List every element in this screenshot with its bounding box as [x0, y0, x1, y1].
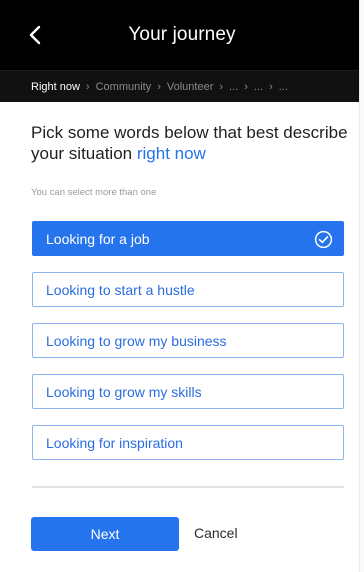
- selection-hint: You can select more than one: [31, 187, 157, 198]
- breadcrumb-separator-icon: ›: [85, 80, 90, 93]
- breadcrumb-item-ellipsis-3[interactable]: ...: [279, 81, 288, 93]
- breadcrumb-item-ellipsis-2[interactable]: ...: [254, 81, 263, 93]
- option-list: Looking for a job Looking to start a hus…: [32, 221, 344, 476]
- breadcrumb-item-community[interactable]: Community: [96, 81, 152, 93]
- breadcrumb-item-ellipsis-1[interactable]: ...: [229, 81, 238, 93]
- breadcrumb-item-right-now[interactable]: Right now: [31, 81, 80, 93]
- question-heading: Pick some words below that best describe…: [31, 122, 353, 164]
- option-label: Looking to grow my skills: [46, 383, 202, 400]
- option-looking-for-inspiration[interactable]: Looking for inspiration: [32, 425, 344, 460]
- question-heading-accent: right now: [136, 144, 206, 163]
- option-label: Looking to start a hustle: [46, 281, 195, 298]
- option-label: Looking to grow my business: [46, 332, 227, 349]
- option-label: Looking for a job: [46, 230, 150, 247]
- option-label: Looking for inspiration: [46, 434, 183, 451]
- option-looking-to-grow-my-skills[interactable]: Looking to grow my skills: [32, 374, 344, 409]
- breadcrumb-separator-icon: ›: [269, 80, 273, 93]
- check-circle-icon: [314, 230, 333, 249]
- option-looking-to-grow-my-business[interactable]: Looking to grow my business: [32, 323, 344, 358]
- breadcrumb-separator-icon: ›: [219, 80, 224, 93]
- option-looking-to-start-a-hustle[interactable]: Looking to start a hustle: [32, 272, 344, 307]
- app-header: Your journey: [0, 0, 364, 70]
- next-button[interactable]: Next: [31, 517, 179, 551]
- divider: [32, 486, 344, 488]
- scrollbar-track[interactable]: [359, 0, 364, 572]
- cancel-button[interactable]: Cancel: [194, 525, 238, 541]
- breadcrumb-item-volunteer[interactable]: Volunteer: [167, 81, 213, 93]
- breadcrumb: Right now › Community › Volunteer › ... …: [0, 70, 364, 102]
- page-title: Your journey: [128, 24, 236, 45]
- option-looking-for-a-job[interactable]: Looking for a job: [32, 221, 344, 256]
- breadcrumb-separator-icon: ›: [157, 80, 161, 93]
- breadcrumb-separator-icon: ›: [244, 80, 248, 93]
- main-content: Pick some words below that best describe…: [0, 102, 364, 572]
